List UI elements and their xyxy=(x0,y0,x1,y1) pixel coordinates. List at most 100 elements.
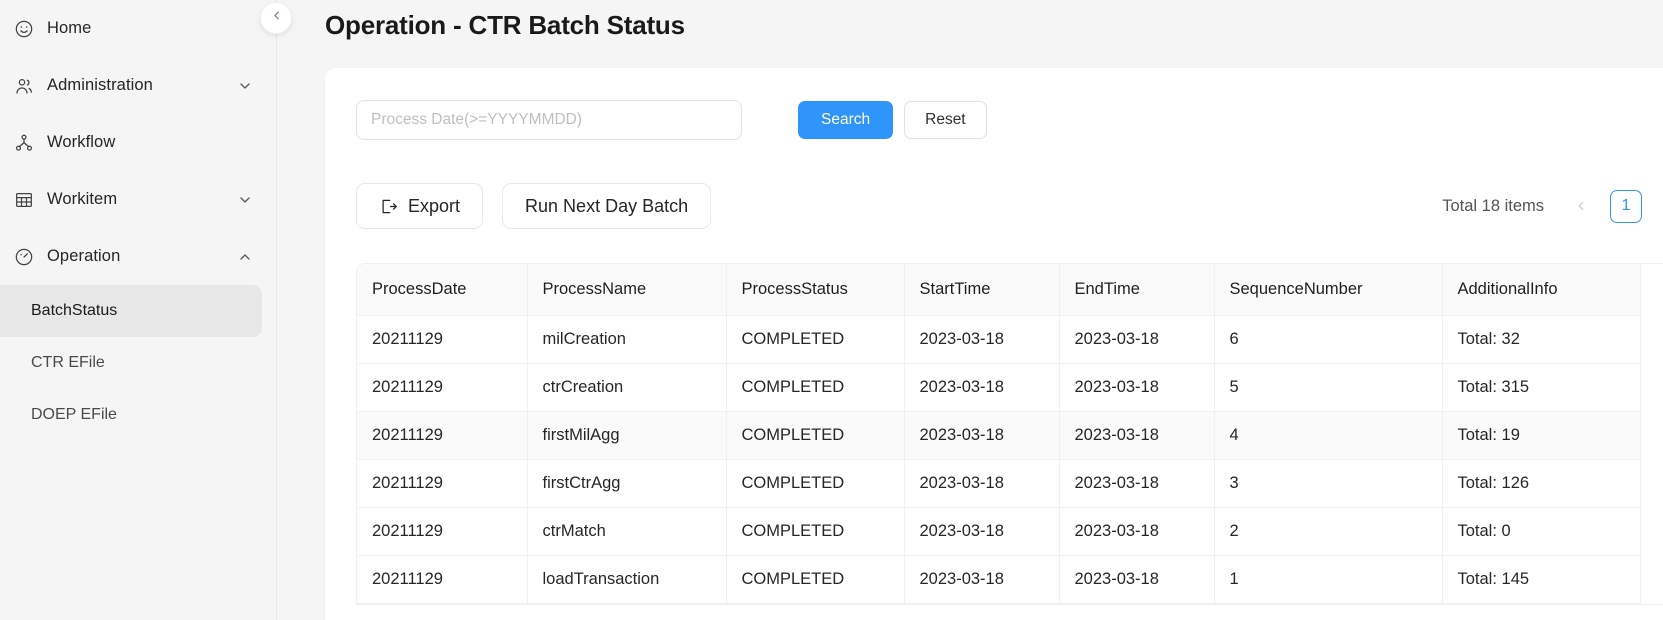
chevron-up-icon[interactable] xyxy=(236,248,254,266)
cell-additionalinfo: Total: 145 xyxy=(1442,555,1641,604)
table-header: ProcessDate ProcessName ProcessStatus St… xyxy=(357,264,1641,316)
cell-processname: firstCtrAgg xyxy=(527,459,727,508)
cell-processdate: 20211129 xyxy=(357,459,528,508)
reset-button[interactable]: Reset xyxy=(904,101,987,139)
cell-endtime: 2023-03-18 xyxy=(1059,507,1215,556)
cell-starttime: 2023-03-18 xyxy=(904,315,1060,364)
sidebar: Home Administration Workflow Workitem Op… xyxy=(0,0,292,620)
table-grid-icon xyxy=(13,189,35,211)
batch-status-table: ProcessDate ProcessName ProcessStatus St… xyxy=(357,264,1641,604)
search-button[interactable]: Search xyxy=(798,101,894,139)
action-bar: Export Run Next Day Batch Total 18 items… xyxy=(325,183,1663,229)
sidebar-item-label: Workitem xyxy=(47,190,118,208)
content-card: Search Reset Export Run Next Day Batch T… xyxy=(325,68,1663,620)
export-button-label: Export xyxy=(408,195,461,216)
cell-starttime: 2023-03-18 xyxy=(904,555,1060,604)
cell-processstatus: COMPLETED xyxy=(726,411,905,460)
column-header-sequencenumber: SequenceNumber xyxy=(1214,264,1443,316)
cell-processdate: 20211129 xyxy=(357,507,528,556)
cell-processname: ctrCreation xyxy=(527,363,727,412)
sidebar-subitem-label: DOEP EFile xyxy=(31,406,117,423)
cell-sequencenumber: 2 xyxy=(1214,507,1443,556)
cell-sequencenumber: 6 xyxy=(1214,315,1443,364)
table-row[interactable]: 20211129 ctrCreation COMPLETED 2023-03-18 20… xyxy=(357,363,1641,412)
table-row[interactable]: 20211129 ctrMatch COMPLETED 2023-03-18 2023-… xyxy=(357,507,1641,556)
cell-additionalinfo: Total: 126 xyxy=(1442,459,1641,508)
cell-processstatus: COMPLETED xyxy=(726,459,905,508)
cell-processname: firstMilAgg xyxy=(527,411,727,460)
cell-processdate: 20211129 xyxy=(357,315,528,364)
cell-endtime: 2023-03-18 xyxy=(1059,363,1215,412)
users-icon xyxy=(13,75,35,97)
sidebar-item-workflow[interactable]: Workflow xyxy=(0,114,276,171)
sidebar-item-administration[interactable]: Administration xyxy=(0,57,276,114)
sidebar-item-ctr-efile[interactable]: CTR EFile xyxy=(0,337,262,389)
cell-additionalinfo: Total: 315 xyxy=(1442,363,1641,412)
process-date-input[interactable] xyxy=(356,100,742,140)
export-arrow-icon xyxy=(379,197,398,216)
sidebar-item-label: Home xyxy=(47,19,92,37)
cell-processdate: 20211129 xyxy=(357,555,528,604)
column-header-starttime: StartTime xyxy=(904,264,1060,316)
column-header-processdate: ProcessDate xyxy=(357,264,528,316)
cell-processstatus: COMPLETED xyxy=(726,507,905,556)
cell-additionalinfo: Total: 0 xyxy=(1442,507,1641,556)
cell-processname: milCreation xyxy=(527,315,727,364)
cell-processdate: 20211129 xyxy=(357,411,528,460)
sidebar-item-home[interactable]: Home xyxy=(0,0,276,57)
cell-endtime: 2023-03-18 xyxy=(1059,411,1215,460)
table-row[interactable]: 20211129 firstCtrAgg COMPLETED 2023-03-18 20… xyxy=(357,459,1641,508)
sidebar-item-operation[interactable]: Operation xyxy=(0,228,276,285)
pagination: Total 18 items 1 xyxy=(1442,189,1663,223)
table-row[interactable]: 20211129 loadTransaction COMPLETED 2023-03-… xyxy=(357,555,1641,604)
sidebar-collapse-button[interactable] xyxy=(260,2,292,34)
cell-sequencenumber: 4 xyxy=(1214,411,1443,460)
pagination-total-text: Total 18 items xyxy=(1442,196,1544,215)
cell-processstatus: COMPLETED xyxy=(726,363,905,412)
sidebar-item-label: Administration xyxy=(47,76,153,94)
dashboard-gauge-icon xyxy=(13,246,35,268)
cell-endtime: 2023-03-18 xyxy=(1059,459,1215,508)
sidebar-subitem-label: BatchStatus xyxy=(31,302,118,319)
smiley-face-icon xyxy=(13,18,35,40)
column-header-additionalinfo: AdditionalInfo xyxy=(1442,264,1641,316)
chevron-left-icon xyxy=(270,9,283,27)
cell-processname: ctrMatch xyxy=(527,507,727,556)
page-title: Operation - CTR Batch Status xyxy=(325,10,685,40)
cell-additionalinfo: Total: 19 xyxy=(1442,411,1641,460)
table-row[interactable]: 20211129 milCreation COMPLETED 2023-03-18 20… xyxy=(357,315,1641,364)
run-next-day-batch-button[interactable]: Run Next Day Batch xyxy=(502,183,712,229)
cell-processstatus: COMPLETED xyxy=(726,315,905,364)
pagination-page-1[interactable]: 1 xyxy=(1610,189,1642,223)
sidebar-item-batchstatus[interactable]: BatchStatus xyxy=(0,285,262,337)
export-button[interactable]: Export xyxy=(356,183,484,229)
cell-starttime: 2023-03-18 xyxy=(904,411,1060,460)
column-header-processname: ProcessName xyxy=(527,264,727,316)
sidebar-item-doep-efile[interactable]: DOEP EFile xyxy=(0,389,262,441)
sidebar-item-label: Operation xyxy=(47,247,121,265)
sidebar-item-label: Workflow xyxy=(47,133,116,151)
column-header-endtime: EndTime xyxy=(1059,264,1215,316)
sidebar-item-workitem[interactable]: Workitem xyxy=(0,171,276,228)
table-header-row: ProcessDate ProcessName ProcessStatus St… xyxy=(357,264,1641,316)
app-root: Home Administration Workflow Workitem Op… xyxy=(0,0,1663,620)
cell-processstatus: COMPLETED xyxy=(726,555,905,604)
cell-processname: loadTransaction xyxy=(527,555,727,604)
chevron-down-icon[interactable] xyxy=(236,77,254,95)
pagination-prev-button[interactable] xyxy=(1566,191,1596,221)
table-body: 20211129 milCreation COMPLETED 2023-03-18 20… xyxy=(357,315,1641,604)
cell-starttime: 2023-03-18 xyxy=(904,459,1060,508)
cell-starttime: 2023-03-18 xyxy=(904,507,1060,556)
cell-endtime: 2023-03-18 xyxy=(1059,555,1215,604)
cell-sequencenumber: 5 xyxy=(1214,363,1443,412)
sidebar-subitem-label: CTR EFile xyxy=(31,354,105,371)
cell-endtime: 2023-03-18 xyxy=(1059,315,1215,364)
chevron-down-icon[interactable] xyxy=(236,191,254,209)
cell-starttime: 2023-03-18 xyxy=(904,363,1060,412)
workflow-node-icon xyxy=(13,132,35,154)
filter-bar: Search Reset xyxy=(325,100,1663,140)
batch-status-table-wrapper: ProcessDate ProcessName ProcessStatus St… xyxy=(356,263,1663,605)
cell-processdate: 20211129 xyxy=(357,363,528,412)
cell-sequencenumber: 3 xyxy=(1214,459,1443,508)
table-row[interactable]: 20211129 firstMilAgg COMPLETED 2023-03-18 20… xyxy=(357,411,1641,460)
